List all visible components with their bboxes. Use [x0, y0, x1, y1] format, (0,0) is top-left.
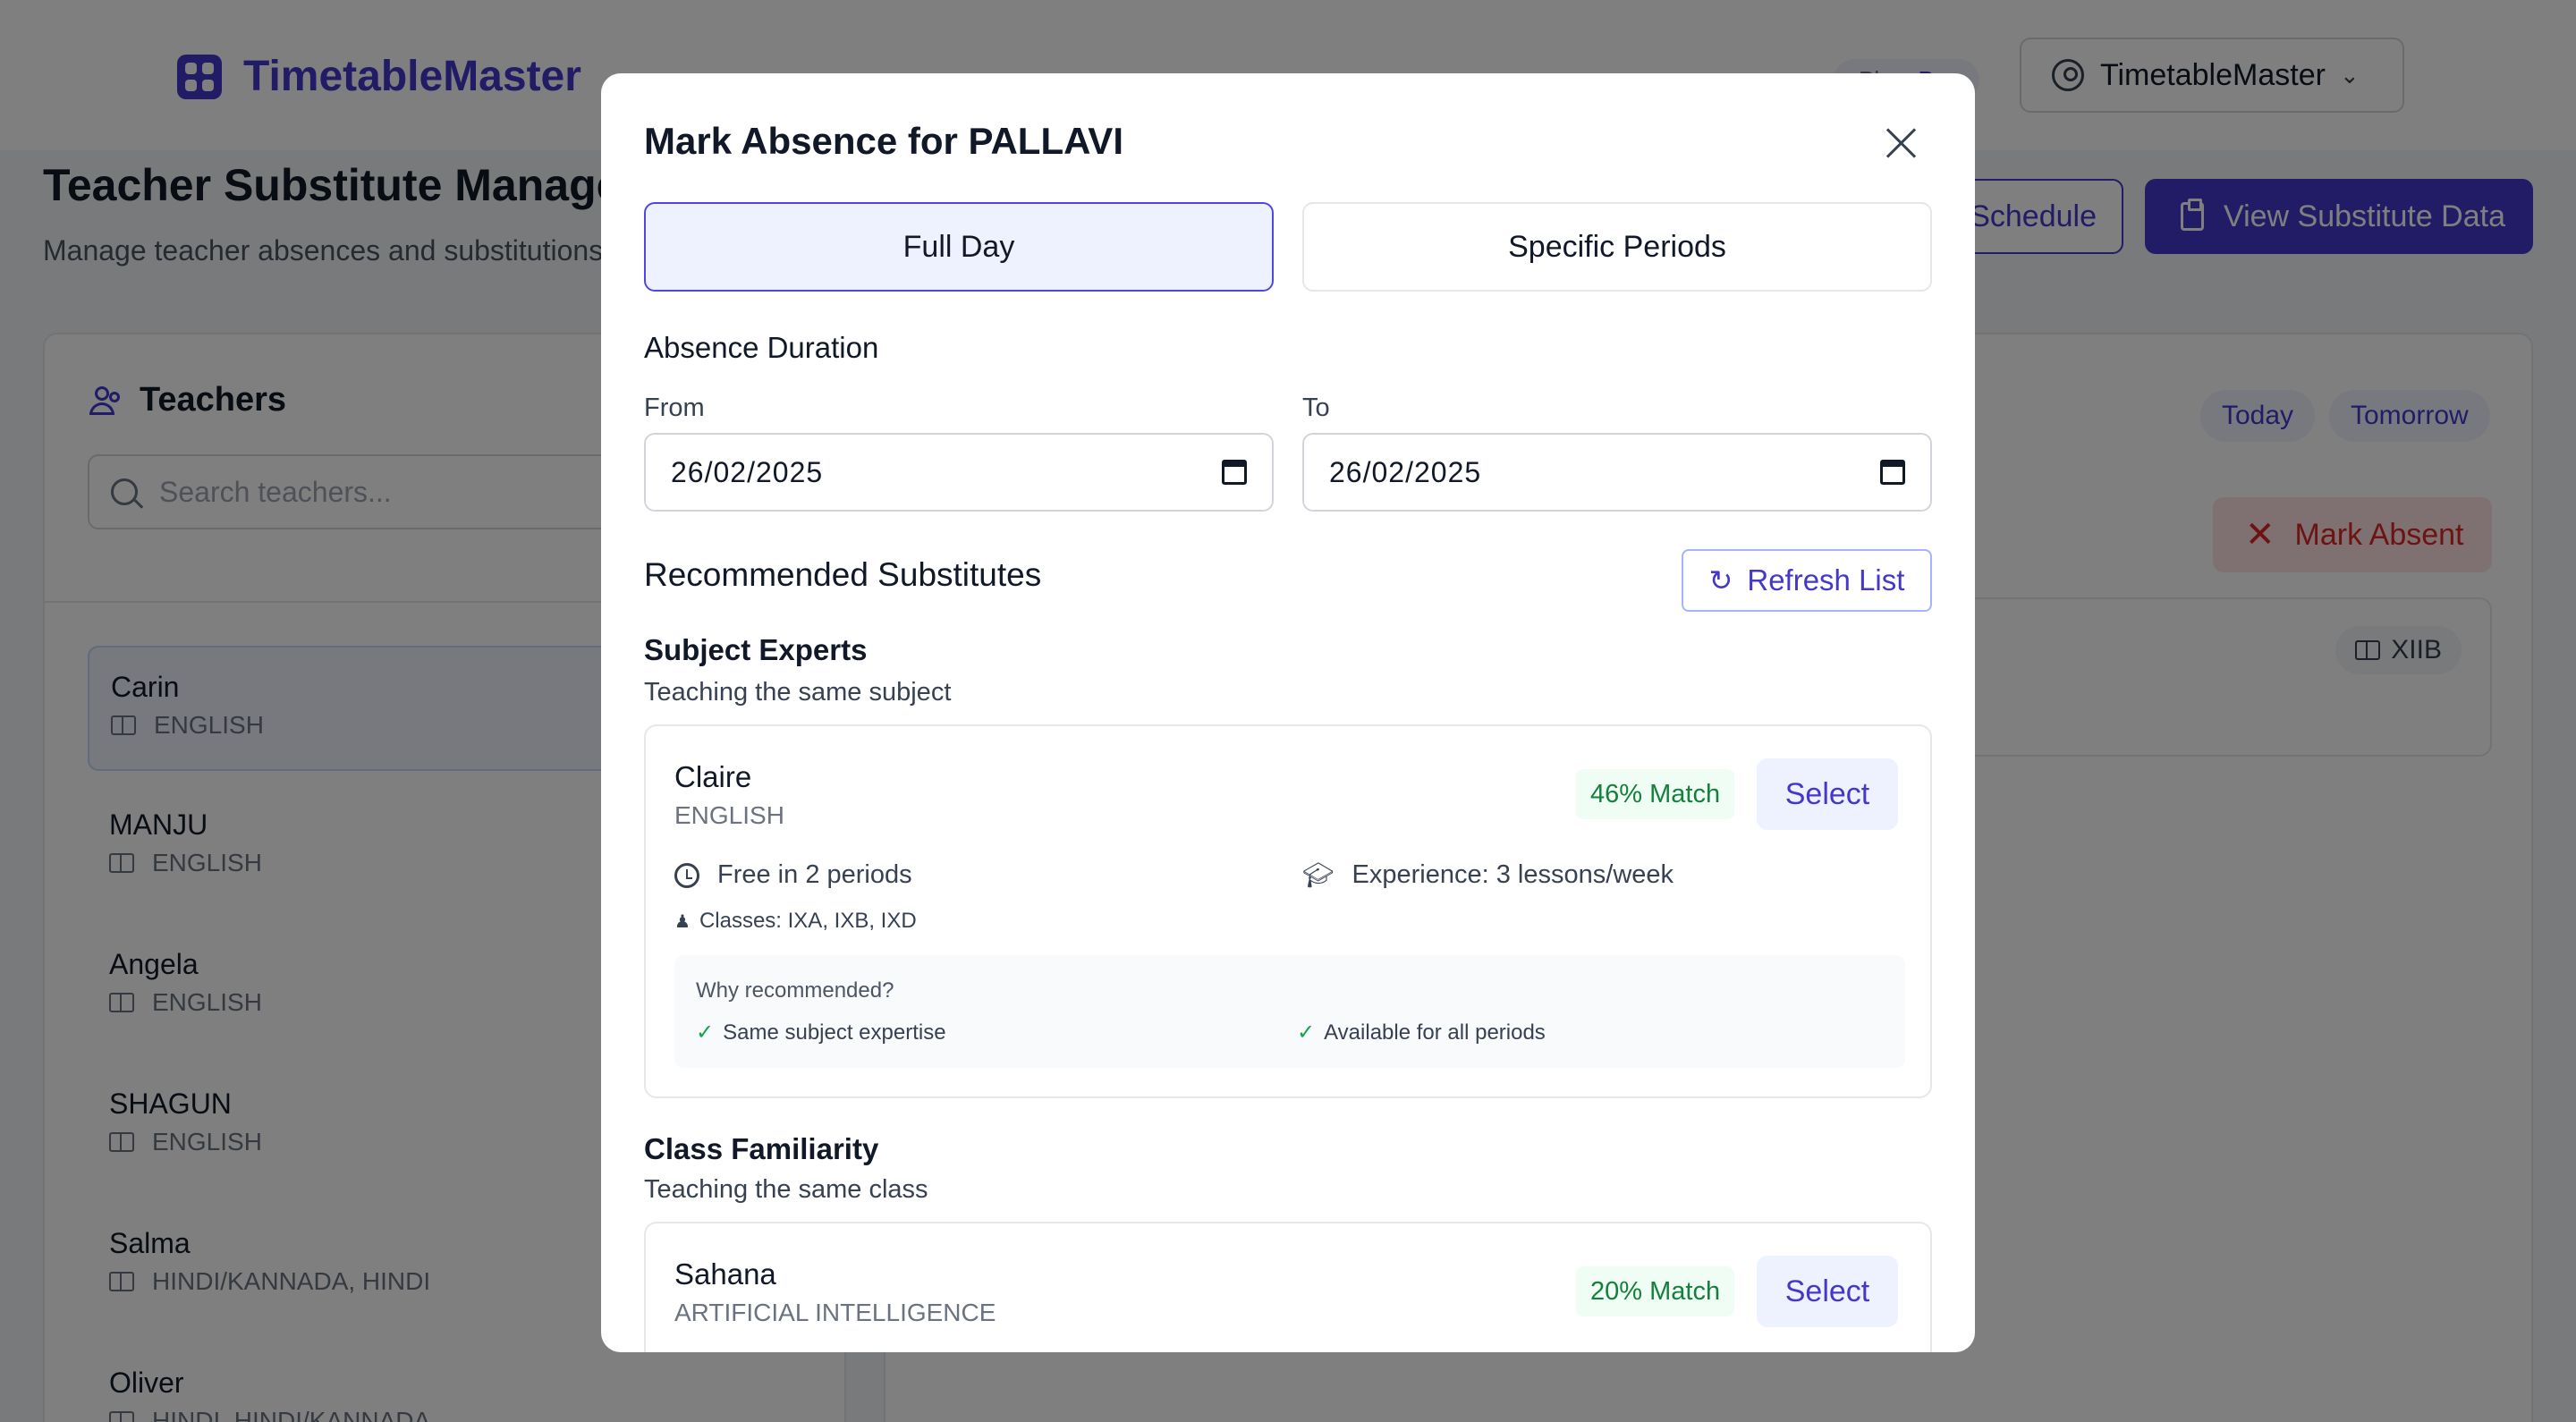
to-date-input[interactable]: 26/02/2025	[1302, 433, 1932, 512]
group-title: Subject Experts	[644, 633, 868, 666]
close-icon[interactable]	[1884, 125, 1919, 161]
why-recommended-box: Why recommended? ✓ Same subject expertise…	[674, 955, 1905, 1068]
refresh-icon: ↻	[1708, 564, 1733, 597]
to-label: To	[1302, 394, 1330, 422]
group-title: Class Familiarity	[644, 1132, 879, 1165]
from-date-value: 26/02/2025	[671, 455, 824, 488]
match-badge: 20% Match	[1576, 1266, 1735, 1316]
refresh-list-button[interactable]: ↻ Refresh List	[1682, 549, 1932, 612]
tab-specific-periods[interactable]: Specific Periods	[1302, 202, 1932, 292]
users-icon: ♟	[674, 911, 691, 932]
group-subtitle: Teaching the same subject	[644, 678, 952, 707]
reason-item: ✓ Same subject expertise	[696, 1020, 946, 1045]
refresh-list-label: Refresh List	[1747, 563, 1905, 597]
free-periods: Free in 2 periods	[674, 860, 912, 890]
reason-item: ✓ Available for all periods	[1297, 1020, 1546, 1045]
check-icon: ✓	[1297, 1020, 1316, 1045]
modal-title: Mark Absence for PALLAVI	[644, 120, 1123, 162]
substitute-subject: ENGLISH	[674, 801, 784, 829]
substitute-subject: ARTIFICIAL INTELLIGENCE	[674, 1299, 996, 1326]
from-date-input[interactable]: 26/02/2025	[644, 433, 1274, 512]
absence-duration-label: Absence Duration	[644, 331, 879, 364]
substitute-name: Claire	[674, 760, 752, 793]
tab-full-day[interactable]: Full Day	[644, 202, 1274, 292]
experience: 🎓︎ Experience: 3 lessons/week	[1302, 860, 1674, 889]
to-date-value: 26/02/2025	[1329, 455, 1482, 488]
substitute-name: Sahana	[674, 1257, 776, 1291]
group-subtitle: Teaching the same class	[644, 1175, 928, 1204]
from-label: From	[644, 394, 705, 422]
calendar-icon[interactable]	[1222, 460, 1247, 485]
select-button[interactable]: Select	[1757, 1256, 1898, 1327]
check-icon: ✓	[696, 1020, 715, 1045]
graduation-cap-icon: 🎓︎	[1302, 861, 1335, 889]
substitute-card: Claire ENGLISH 46% Match Select Free in …	[644, 724, 1932, 1098]
substitute-card: Sahana ARTIFICIAL INTELLIGENCE 20% Match…	[644, 1222, 1932, 1352]
why-recommended-title: Why recommended?	[696, 978, 894, 1003]
match-badge: 46% Match	[1576, 769, 1735, 819]
recommended-title: Recommended Substitutes	[644, 556, 1042, 593]
mark-absence-modal: Mark Absence for PALLAVI Full Day Specif…	[601, 73, 1975, 1352]
calendar-icon[interactable]	[1880, 460, 1905, 485]
classes-list: ♟ Classes: IXA, IXB, IXD	[674, 909, 917, 933]
select-button[interactable]: Select	[1757, 758, 1898, 830]
clock-icon	[674, 862, 699, 888]
